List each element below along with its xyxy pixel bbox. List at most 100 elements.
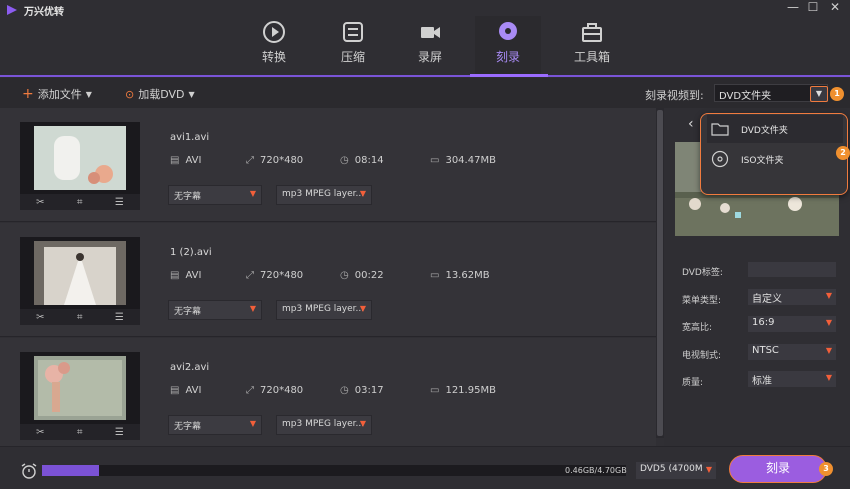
aspect-ratio-select[interactable]: 16:9 ▼ bbox=[748, 316, 836, 332]
duration-info: ◷ 08:14 bbox=[340, 155, 384, 166]
resolution-value: 720*480 bbox=[260, 155, 304, 166]
thumbnail-toolbar: ✂ ⌗ ☰ bbox=[20, 194, 140, 210]
subtitle-select[interactable]: 无字幕 ▼ bbox=[168, 415, 262, 435]
format-value: AVI bbox=[185, 385, 202, 396]
alarm-clock-icon[interactable] bbox=[20, 462, 38, 480]
step-badge-3: 3 bbox=[819, 462, 833, 476]
chevron-left-icon[interactable]: ‹ bbox=[688, 116, 694, 132]
video-thumbnail[interactable] bbox=[20, 122, 140, 194]
chevron-down-icon: ▼ bbox=[825, 318, 832, 327]
size-value: 121.95MB bbox=[445, 385, 496, 396]
convert-icon bbox=[263, 21, 285, 43]
minimize-icon[interactable]: — bbox=[784, 0, 802, 16]
scissors-icon[interactable]: ✂ bbox=[36, 427, 44, 438]
tab-toolbox[interactable]: 工具箱 bbox=[559, 16, 625, 74]
quality-select[interactable]: 标准 ▼ bbox=[748, 371, 836, 387]
chevron-down-icon: ▼ bbox=[825, 373, 832, 382]
disc-type-select[interactable]: DVD5 (4700M ▼ bbox=[636, 462, 716, 479]
folder-icon: ▭ bbox=[430, 385, 440, 396]
video-row[interactable]: ✂ ⌗ ☰ 1 (2).avi ▤ AVI ⤢ 720*480 ◷ 00:22 ▭ 13.6… bbox=[0, 223, 656, 337]
dropdown-item-dvd-folder[interactable]: DVD文件夹 bbox=[707, 115, 843, 143]
chevron-down-icon[interactable]: ▼ bbox=[86, 90, 92, 99]
top-bar: 万兴优转 — ☐ ✕ 转换 压缩 录屏 刻录 工具箱 bbox=[0, 0, 850, 78]
file-name: 1 (2).avi bbox=[170, 247, 212, 258]
plus-icon: + bbox=[22, 86, 34, 102]
maximize-icon[interactable]: ☐ bbox=[804, 0, 822, 16]
video-thumbnail[interactable] bbox=[20, 237, 140, 309]
app-logo-icon bbox=[7, 5, 17, 15]
audio-select[interactable]: mp3 MPEG layer... ▼ bbox=[276, 415, 372, 435]
file-name: avi1.avi bbox=[170, 132, 210, 143]
audio-select[interactable]: mp3 MPEG layer... ▼ bbox=[276, 185, 372, 205]
chevron-down-icon: ▼ bbox=[359, 419, 366, 428]
crop-icon[interactable]: ⌗ bbox=[77, 197, 83, 208]
clock-icon: ◷ bbox=[340, 270, 349, 281]
crop-icon[interactable]: ⌗ bbox=[77, 427, 83, 438]
close-icon[interactable]: ✕ bbox=[826, 0, 844, 16]
load-dvd-button[interactable]: ⊙ 加载DVD ▼ bbox=[125, 86, 195, 102]
aspect-ratio-label: 宽高比: bbox=[682, 323, 713, 333]
capacity-progress-fill bbox=[42, 465, 99, 476]
adjust-icon[interactable]: ☰ bbox=[115, 197, 124, 208]
video-row[interactable]: ✂ ⌗ ☰ avi2.avi ▤ AVI ⤢ 720*480 ◷ 03:17 ▭ 121.9… bbox=[0, 338, 656, 452]
thumbnail-image bbox=[34, 126, 126, 190]
size-info: ▭ 304.47MB bbox=[430, 155, 496, 166]
thumbnail-image bbox=[34, 356, 126, 420]
video-list: ✂ ⌗ ☰ avi1.avi ▤ AVI ⤢ 720*480 ◷ 08:14 ▭ 304.4… bbox=[0, 108, 664, 452]
resolution-value: 720*480 bbox=[260, 270, 304, 281]
tab-burn[interactable]: 刻录 bbox=[475, 16, 541, 74]
disc-icon bbox=[711, 150, 729, 168]
tab-label: 录屏 bbox=[417, 50, 442, 64]
menu-type-value: 自定义 bbox=[752, 294, 782, 305]
menu-type-select[interactable]: 自定义 ▼ bbox=[748, 289, 836, 305]
video-thumbnail[interactable] bbox=[20, 352, 140, 424]
tv-standard-value: NTSC bbox=[752, 345, 779, 356]
scissors-icon[interactable]: ✂ bbox=[36, 312, 44, 323]
scrollbar-thumb[interactable] bbox=[657, 110, 663, 436]
burn-button[interactable]: 刻录 bbox=[729, 455, 827, 483]
subtitle-select[interactable]: 无字幕 ▼ bbox=[168, 300, 262, 320]
thumbnail-toolbar: ✂ ⌗ ☰ bbox=[20, 309, 140, 325]
size-info: ▭ 13.62MB bbox=[430, 270, 490, 281]
crop-icon[interactable]: ⌗ bbox=[77, 312, 83, 323]
active-tab-indicator bbox=[470, 74, 548, 77]
chevron-down-icon: ▼ bbox=[249, 304, 256, 313]
chevron-down-icon: ▼ bbox=[825, 291, 832, 300]
video-row[interactable]: ✂ ⌗ ☰ avi1.avi ▤ AVI ⤢ 720*480 ◷ 08:14 ▭ 304.4… bbox=[0, 108, 656, 222]
tv-standard-select[interactable]: NTSC ▼ bbox=[748, 344, 836, 360]
size-info: ▭ 121.95MB bbox=[430, 385, 496, 396]
add-file-button[interactable]: + 添加文件 ▼ bbox=[22, 86, 92, 102]
dropdown-item-label: DVD文件夹 bbox=[741, 125, 788, 136]
audio-value: mp3 MPEG layer... bbox=[282, 189, 365, 199]
subtitle-select[interactable]: 无字幕 ▼ bbox=[168, 185, 262, 205]
tab-label: 工具箱 bbox=[573, 50, 610, 64]
chevron-down-icon: ▼ bbox=[359, 189, 366, 198]
film-icon: ▤ bbox=[170, 270, 180, 281]
adjust-icon[interactable]: ☰ bbox=[115, 427, 124, 438]
dvd-label-input[interactable] bbox=[748, 262, 836, 277]
audio-select[interactable]: mp3 MPEG layer... ▼ bbox=[276, 300, 372, 320]
chevron-down-icon: ▼ bbox=[359, 304, 366, 313]
duration-value: 00:22 bbox=[354, 270, 384, 281]
film-icon: ▤ bbox=[170, 385, 180, 396]
capacity-progress-track bbox=[42, 465, 626, 476]
adjust-icon[interactable]: ☰ bbox=[115, 312, 124, 323]
folder-icon bbox=[711, 123, 729, 136]
scissors-icon[interactable]: ✂ bbox=[36, 197, 44, 208]
dropdown-item-iso-folder[interactable]: ISO文件夹 bbox=[707, 145, 843, 173]
film-icon: ▤ bbox=[170, 155, 180, 166]
tab-record[interactable]: 录屏 bbox=[397, 16, 463, 74]
audio-value: mp3 MPEG layer... bbox=[282, 304, 365, 314]
burn-to-label: 刻录视频到: bbox=[645, 89, 704, 102]
burn-to-dropdown-button[interactable]: ▼ bbox=[810, 86, 828, 102]
step-badge-1: 1 bbox=[830, 87, 844, 101]
size-value: 304.47MB bbox=[445, 155, 496, 166]
tab-compress[interactable]: 压缩 bbox=[320, 16, 386, 74]
chevron-down-icon: ▼ bbox=[705, 465, 712, 474]
audio-value: mp3 MPEG layer... bbox=[282, 419, 365, 429]
chevron-down-icon: ▼ bbox=[249, 419, 256, 428]
tab-label: 压缩 bbox=[340, 50, 365, 64]
chevron-down-icon[interactable]: ▼ bbox=[189, 90, 195, 99]
tab-convert[interactable]: 转换 bbox=[241, 16, 307, 74]
capacity-text: 0.46GB/4.70GB bbox=[565, 466, 627, 475]
